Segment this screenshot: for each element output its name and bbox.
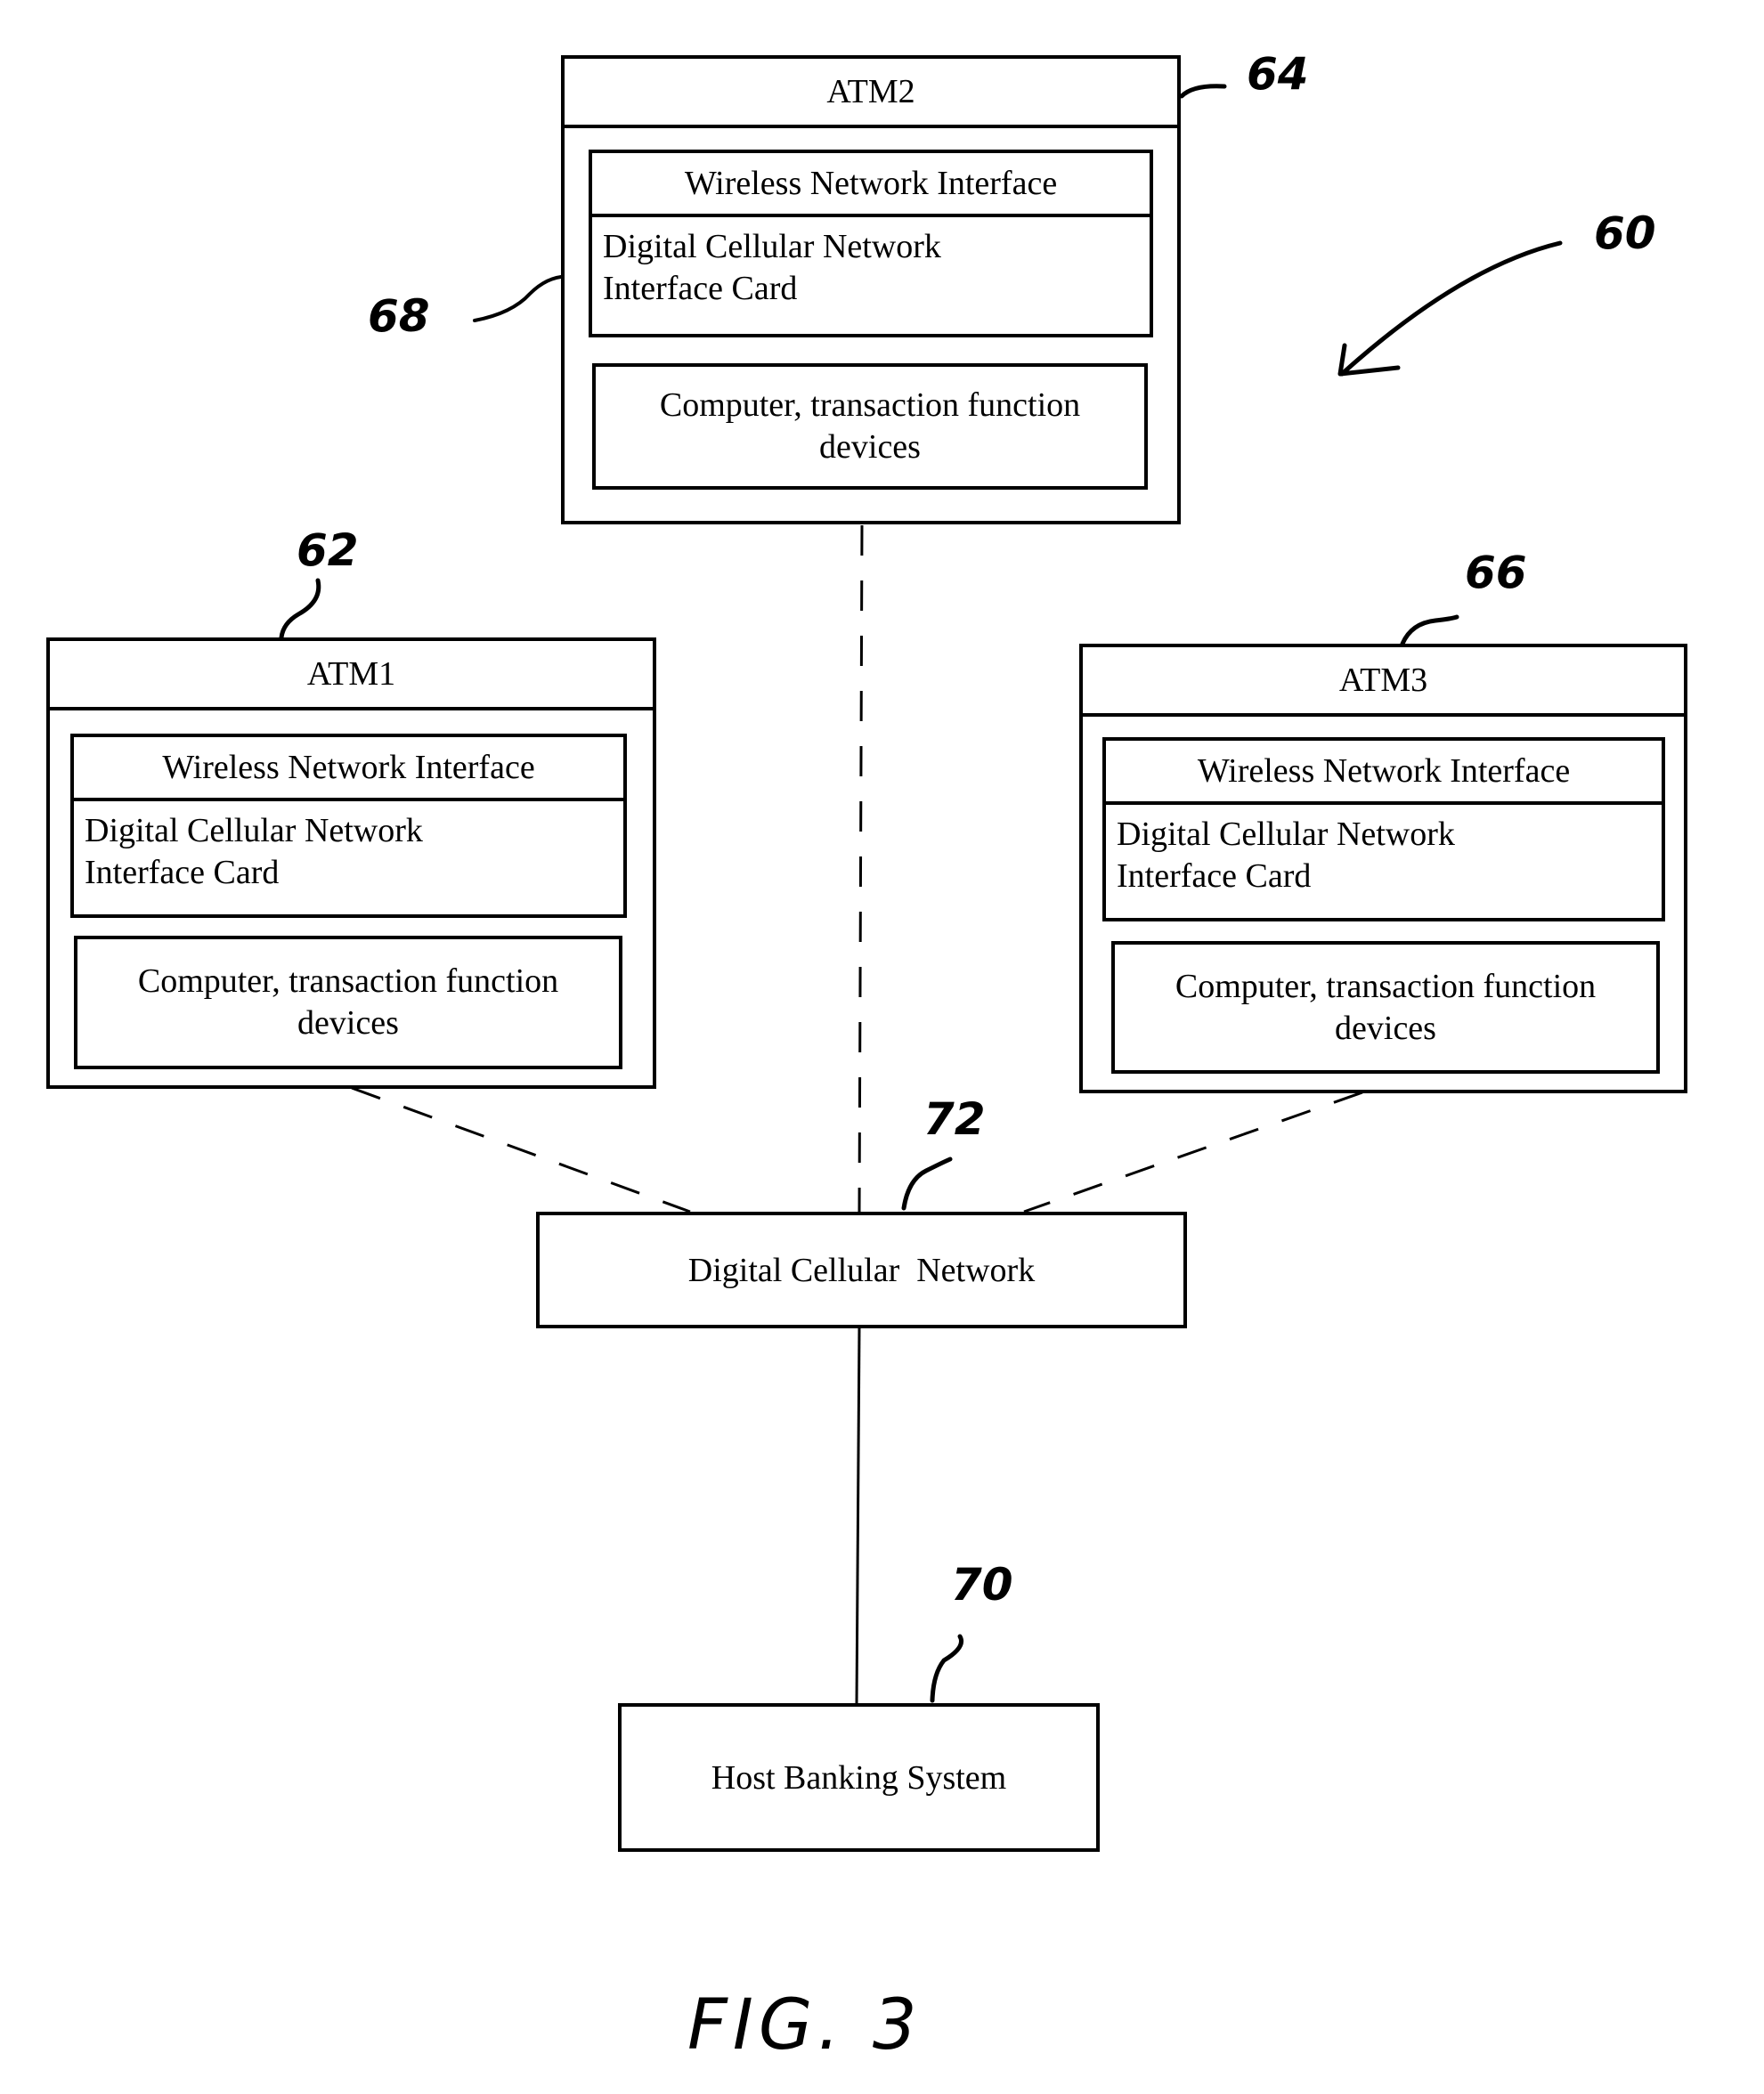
atm2-to-network-link — [858, 524, 864, 1213]
atm1-title: ATM1 — [50, 641, 653, 710]
patent-figure: ATM2 Wireless Network Interface Digital … — [0, 0, 1764, 2094]
atm2-computer-devices: Computer, transaction function devices — [592, 363, 1148, 490]
ref-numeral-60: 60 — [1594, 207, 1656, 259]
digital-cellular-network-label: Digital Cellular Network — [687, 1251, 1036, 1289]
arrow-60-head-icon — [1337, 343, 1401, 377]
ref-numeral-66: 66 — [1465, 547, 1527, 598]
atm1-computer-devices: Computer, transaction function devices — [74, 936, 622, 1069]
atm3-wireless-interface: Wireless Network Interface Digital Cellu… — [1102, 737, 1665, 921]
ref-numeral-62: 62 — [297, 524, 359, 576]
atm2-box: ATM2 Wireless Network Interface Digital … — [561, 55, 1181, 524]
atm3-to-network-link — [1023, 1091, 1363, 1213]
atm2-wireless-interface: Wireless Network Interface Digital Cellu… — [589, 150, 1153, 337]
atm3-computer-devices: Computer, transaction function devices — [1111, 941, 1660, 1074]
atm2-title: ATM2 — [565, 59, 1177, 128]
atm3-wireless-interface-title: Wireless Network Interface — [1106, 741, 1662, 805]
atm1-wireless-interface-title: Wireless Network Interface — [74, 737, 623, 801]
atm2-wireless-interface-title: Wireless Network Interface — [592, 153, 1150, 217]
atm3-title: ATM3 — [1083, 647, 1684, 717]
atm3-box: ATM3 Wireless Network Interface Digital … — [1079, 644, 1687, 1093]
atm1-cellular-card: Digital Cellular Network Interface Card — [85, 812, 423, 891]
atm3-cellular-card: Digital Cellular Network Interface Card — [1117, 816, 1455, 895]
ref-numeral-64: 64 — [1247, 48, 1309, 100]
host-banking-system-label: Host Banking System — [711, 1758, 1007, 1797]
ref-numeral-68: 68 — [368, 290, 430, 342]
network-to-host-link — [855, 1327, 861, 1705]
leader-72 — [901, 1157, 953, 1211]
atm1-wireless-interface: Wireless Network Interface Digital Cellu… — [70, 734, 627, 918]
leader-62 — [279, 578, 321, 640]
digital-cellular-network-box: Digital Cellular Network — [536, 1212, 1187, 1328]
ref-numeral-70: 70 — [951, 1559, 1013, 1611]
atm1-to-network-link — [351, 1086, 691, 1213]
leader-66 — [1400, 614, 1459, 646]
atm1-box: ATM1 Wireless Network Interface Digital … — [46, 637, 656, 1089]
ref-numeral-72: 72 — [923, 1093, 986, 1145]
figure-label: FIG. 3 — [687, 1985, 923, 2066]
host-banking-system-box: Host Banking System — [618, 1703, 1100, 1852]
leader-64 — [1179, 84, 1227, 99]
arrow-60-icon — [1339, 240, 1563, 377]
atm2-cellular-card: Digital Cellular Network Interface Card — [603, 228, 941, 307]
leader-70 — [930, 1634, 963, 1703]
